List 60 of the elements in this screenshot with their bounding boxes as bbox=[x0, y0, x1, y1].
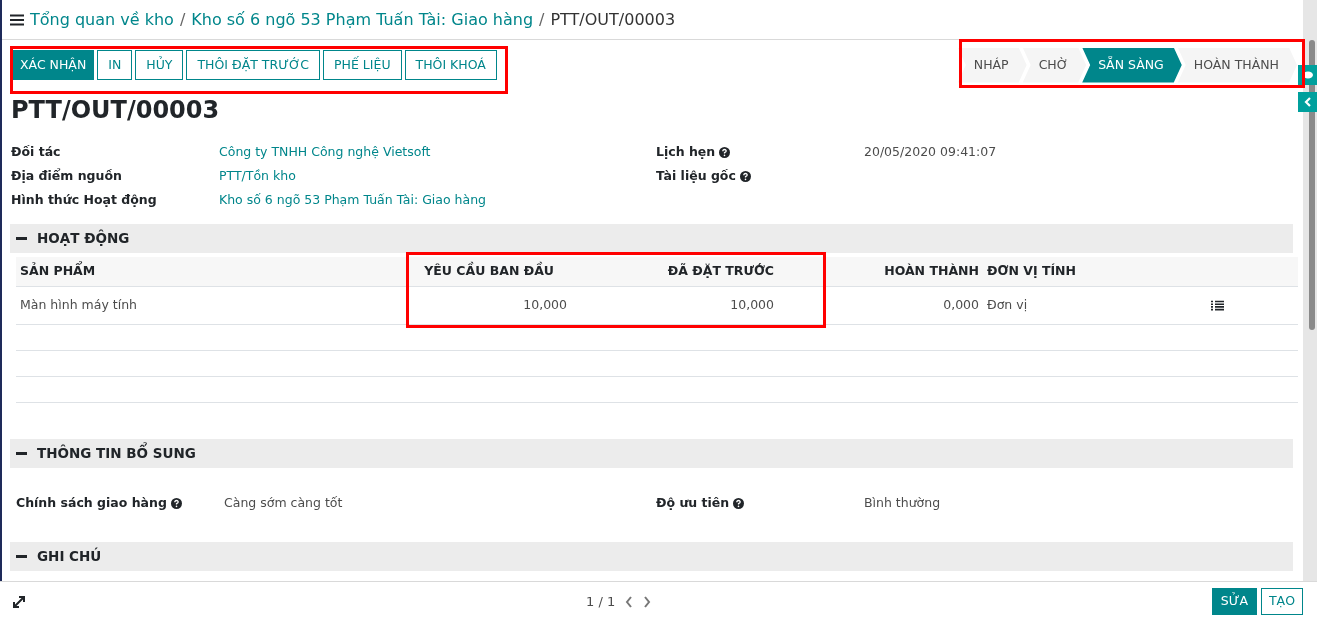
column-header[interactable]: ĐƠN VỊ TÍNH bbox=[983, 262, 1193, 281]
field-value: 20/05/2020 09:41:07 bbox=[864, 142, 997, 161]
breadcrumb-separator: / bbox=[179, 8, 186, 31]
field-label: Chính sách giao hàng bbox=[16, 493, 167, 512]
action-button[interactable]: PHẾ LIỆU bbox=[323, 50, 402, 80]
status-step[interactable]: HOÀN THÀNH bbox=[1177, 47, 1297, 83]
breadcrumb-current: PTT/OUT/00003 bbox=[550, 8, 676, 31]
menu-icon[interactable] bbox=[10, 13, 24, 26]
section-header[interactable]: HOẠT ĐỘNG bbox=[10, 224, 1293, 253]
column-header[interactable]: HOÀN THÀNH bbox=[778, 262, 983, 281]
status-step[interactable]: SẴN SÀNG bbox=[1082, 47, 1182, 83]
breadcrumb-link[interactable]: Kho số 6 ngõ 53 Phạm Tuấn Tài: Giao hàng bbox=[191, 7, 534, 32]
table-cell-text: Đơn vị bbox=[986, 296, 1029, 315]
expand-icon[interactable] bbox=[12, 594, 26, 609]
field-label: Tài liệu gốc bbox=[656, 166, 736, 185]
pager-counter: 1 / 1 bbox=[586, 592, 616, 611]
create-button[interactable]: TẠO bbox=[1260, 588, 1303, 615]
column-header[interactable]: YÊU CẦU BAN ĐẦU bbox=[406, 262, 558, 281]
field-label: Địa điểm nguồn bbox=[11, 166, 122, 185]
collapse-tab[interactable] bbox=[1298, 92, 1317, 112]
field-link[interactable]: Công ty TNHH Công nghệ Vietsoft bbox=[219, 142, 431, 162]
collapse-icon bbox=[16, 237, 27, 240]
column-header[interactable]: SẢN PHẨM bbox=[16, 262, 406, 281]
field-value: Càng sớm càng tốt bbox=[224, 493, 343, 512]
table-cell-text: 10,000 bbox=[729, 296, 775, 315]
collapse-icon bbox=[16, 555, 27, 558]
edit-button[interactable]: SỬA bbox=[1211, 588, 1257, 615]
record-title: PTT/OUT/00003 bbox=[10, 95, 221, 126]
action-button[interactable]: HỦY bbox=[135, 50, 184, 80]
section-header[interactable]: GHI CHÚ bbox=[10, 542, 1293, 571]
action-button[interactable]: THÔI KHOÁ bbox=[404, 50, 497, 80]
help-icon[interactable] bbox=[739, 170, 751, 182]
field-label: Hình thức Hoạt động bbox=[11, 190, 157, 209]
help-icon[interactable] bbox=[170, 497, 182, 509]
field-label: Lịch hẹn bbox=[656, 142, 716, 161]
table-cell-text: 0,000 bbox=[942, 296, 980, 315]
column-header[interactable]: ĐÃ ĐẶT TRƯỚC bbox=[558, 262, 778, 281]
action-button[interactable]: IN bbox=[97, 50, 133, 80]
table-cell-text: Màn hình máy tính bbox=[19, 296, 138, 315]
field-value: Bình thường bbox=[864, 493, 941, 512]
table-cell-text: 10,000 bbox=[522, 296, 568, 315]
chat-icon bbox=[1302, 70, 1313, 80]
previous-icon[interactable] bbox=[625, 595, 634, 608]
collapse-icon bbox=[16, 452, 27, 455]
next-icon[interactable] bbox=[643, 595, 652, 608]
field-label: Độ ưu tiên bbox=[656, 493, 730, 512]
action-button[interactable]: XÁC NHẬN bbox=[12, 50, 95, 80]
status-step[interactable]: CHỜ bbox=[1022, 47, 1087, 83]
field-label: Đối tác bbox=[11, 142, 61, 161]
field-link[interactable]: Kho số 6 ngõ 53 Phạm Tuấn Tài: Giao hàng bbox=[219, 190, 487, 210]
help-icon[interactable] bbox=[733, 497, 745, 509]
field-link[interactable]: PTT/Tồn kho bbox=[219, 166, 296, 186]
scrollbar[interactable] bbox=[1303, 0, 1317, 581]
breadcrumb-separator: / bbox=[539, 8, 545, 31]
breadcrumb-link[interactable]: Tổng quan về kho bbox=[30, 7, 174, 32]
chevron-left-icon bbox=[1303, 97, 1312, 107]
list-icon[interactable] bbox=[1211, 300, 1224, 311]
action-button[interactable]: THÔI ĐẶT TRƯỚC bbox=[186, 50, 321, 80]
help-icon[interactable] bbox=[719, 146, 731, 158]
section-header[interactable]: THÔNG TIN BỔ SUNG bbox=[10, 439, 1293, 468]
